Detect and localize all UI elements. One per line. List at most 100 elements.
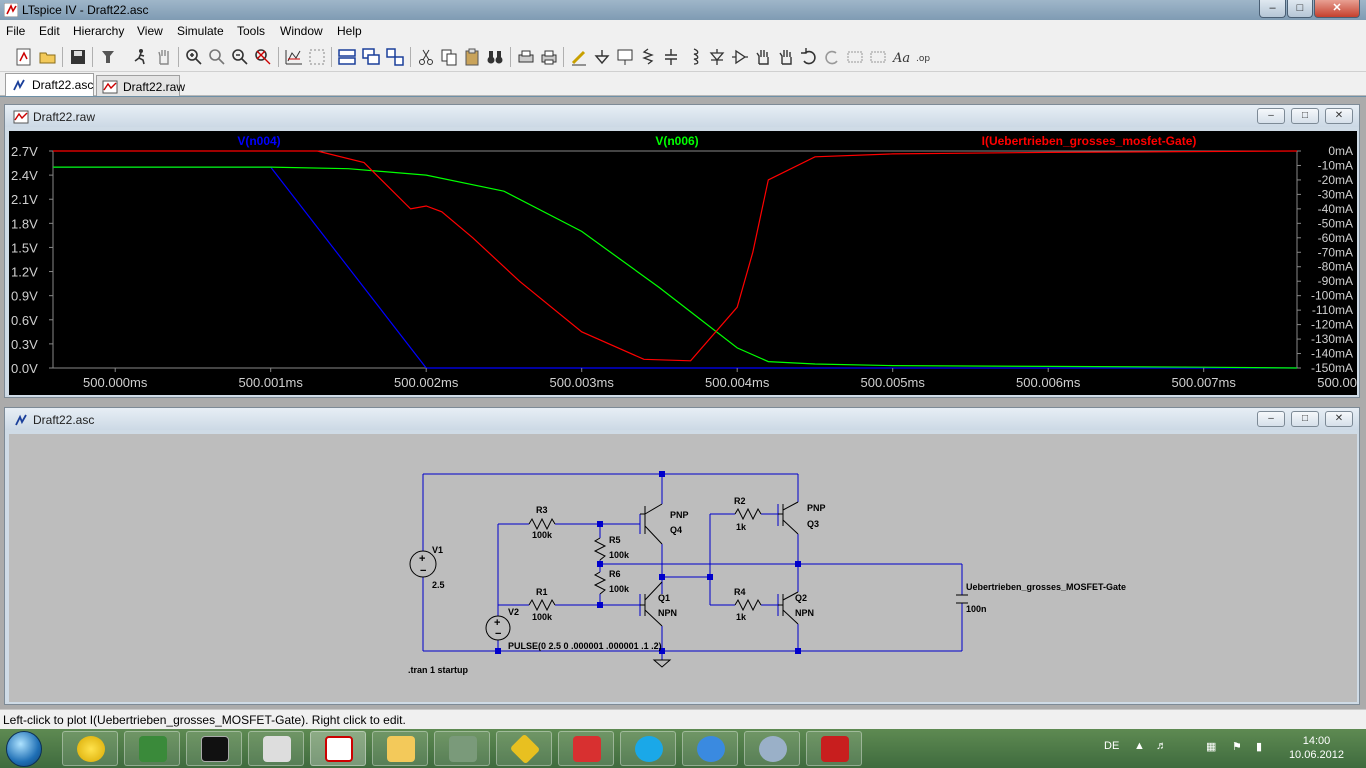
r5-value[interactable]: 100k [609, 550, 630, 560]
r6-value[interactable]: 100k [609, 584, 630, 594]
r5-label[interactable]: R5 [609, 535, 621, 545]
tab-draft22-raw[interactable]: Draft22.raw [96, 75, 185, 96]
menu-help[interactable]: Help [337, 24, 362, 38]
taskbar-file-explorer[interactable] [372, 731, 428, 766]
copy-icon[interactable] [439, 47, 459, 67]
language-indicator[interactable]: DE [1104, 740, 1119, 752]
taskbar-skype[interactable] [620, 731, 676, 766]
capacitor-icon[interactable] [661, 47, 681, 67]
battery-icon[interactable]: ▮ [1256, 740, 1262, 753]
v1-label[interactable]: V1 [432, 545, 443, 555]
waveform-window-header[interactable]: Draft22.raw – □ ✕ [5, 105, 1359, 127]
q1-label[interactable]: Q1 [658, 593, 670, 603]
trace-label-0[interactable]: V(n004) [237, 134, 280, 148]
q1-type[interactable]: NPN [658, 608, 677, 618]
plot-close-button[interactable]: ✕ [1325, 108, 1353, 124]
network-icon[interactable]: ▦ [1206, 740, 1216, 753]
q3-label[interactable]: Q3 [807, 519, 819, 529]
label-net-icon[interactable] [615, 47, 635, 67]
taskbar-media[interactable] [744, 731, 800, 766]
menu-view[interactable]: View [137, 24, 163, 38]
undo-icon[interactable] [799, 47, 819, 67]
find-binoculars-icon[interactable] [485, 47, 505, 67]
drag-hand-icon[interactable] [776, 47, 796, 67]
schematic-maximize-button[interactable]: □ [1291, 411, 1319, 427]
close-button[interactable]: ✕ [1314, 0, 1360, 18]
open-folder-icon[interactable] [38, 47, 58, 67]
system-clock[interactable]: 14:00 10.06.2012 [1289, 734, 1344, 762]
print-setup-icon[interactable] [516, 47, 536, 67]
ltspice-app-icon[interactable] [4, 3, 18, 17]
q4-label[interactable]: Q4 [670, 525, 682, 535]
tile-vertical-icon[interactable] [385, 47, 405, 67]
text-icon[interactable]: Aa [891, 47, 911, 67]
taskbar-avr-studio[interactable] [124, 731, 180, 766]
q2-label[interactable]: Q2 [795, 593, 807, 603]
r4-value[interactable]: 1k [736, 612, 747, 622]
pan-icon[interactable] [207, 47, 227, 67]
component-icon[interactable] [730, 47, 750, 67]
r2-value[interactable]: 1k [736, 522, 747, 532]
diode-icon[interactable] [707, 47, 727, 67]
taskbar-acrobat[interactable] [806, 731, 862, 766]
flag-icon[interactable]: ⚑ [1232, 740, 1242, 753]
zoom-out-icon[interactable] [230, 47, 250, 67]
menu-tools[interactable]: Tools [237, 24, 265, 38]
spice-directive-icon[interactable]: .op [914, 47, 934, 67]
paste-icon[interactable] [462, 47, 482, 67]
autorange-icon[interactable] [284, 47, 304, 67]
volume-icon[interactable]: ♬ [1156, 740, 1167, 752]
r4-label[interactable]: R4 [734, 587, 746, 597]
schematic-minimize-button[interactable]: – [1257, 411, 1285, 427]
taskbar-device-manager[interactable] [434, 731, 490, 766]
start-button[interactable] [6, 731, 42, 767]
cursor-icon[interactable] [307, 47, 327, 67]
schematic-close-button[interactable]: ✕ [1325, 411, 1353, 427]
r3-value[interactable]: 100k [532, 530, 553, 540]
trace-label-2[interactable]: I(Uebertrieben_grosses_mosfet-Gate) [982, 134, 1197, 148]
menu-simulate[interactable]: Simulate [177, 24, 224, 38]
tab-draft22-asc[interactable]: Draft22.asc [5, 73, 94, 96]
rotate-icon[interactable] [845, 47, 865, 67]
inductor-icon[interactable] [684, 47, 704, 67]
r6-label[interactable]: R6 [609, 569, 621, 579]
schematic-window-header[interactable]: Draft22.asc – □ ✕ [5, 408, 1359, 430]
menu-edit[interactable]: Edit [39, 24, 60, 38]
ground-icon[interactable] [592, 47, 612, 67]
move-hand-icon[interactable] [753, 47, 773, 67]
tran-directive[interactable]: .tran 1 startup [408, 665, 469, 675]
r1-label[interactable]: R1 [536, 587, 548, 597]
q3-type[interactable]: PNP [807, 503, 826, 513]
cascade-icon[interactable] [361, 47, 381, 67]
print-icon[interactable] [539, 47, 559, 67]
schematic-canvas[interactable]: + − + − R3 100k R5 100k R6 100k R1 100k … [9, 434, 1357, 702]
tray-expand-icon[interactable]: ▲ [1134, 740, 1145, 752]
draw-wire-icon[interactable] [569, 47, 589, 67]
trace-0[interactable] [53, 166, 1297, 369]
taskbar-hxd[interactable] [248, 731, 304, 766]
save-icon[interactable] [68, 47, 88, 67]
capacitor-value[interactable]: 100n [966, 604, 987, 614]
zoom-in-icon[interactable] [184, 47, 204, 67]
capacitor-label[interactable]: Uebertrieben_grosses_MOSFET-Gate [966, 582, 1126, 592]
v2-label[interactable]: V2 [508, 607, 519, 617]
taskbar-internet-explorer[interactable] [682, 731, 738, 766]
resistor-icon[interactable] [638, 47, 658, 67]
redo-icon[interactable] [822, 47, 842, 67]
tile-horizontal-icon[interactable] [337, 47, 357, 67]
r3-label[interactable]: R3 [536, 505, 548, 515]
taskbar-lemon[interactable] [62, 731, 118, 766]
waveform-plot[interactable]: 2.7V 2.4V 2.1V 1.8V 1.5V 1.2V 0.9V 0.6V 0.3V 0.0V… [9, 131, 1357, 395]
r2-label[interactable]: R2 [734, 496, 746, 506]
plot-minimize-button[interactable]: – [1257, 108, 1285, 124]
taskbar-command-prompt[interactable] [186, 731, 242, 766]
menu-window[interactable]: Window [280, 24, 323, 38]
control-panel-icon[interactable] [98, 47, 118, 67]
maximize-button[interactable]: □ [1287, 0, 1313, 18]
taskbar-game[interactable] [496, 731, 552, 766]
zoom-fit-icon[interactable] [253, 47, 273, 67]
halt-hand-icon[interactable] [154, 47, 174, 67]
plot-maximize-button[interactable]: □ [1291, 108, 1319, 124]
v2-value[interactable]: PULSE(0 2.5 0 .000001 .000001 .1 .2) [508, 641, 662, 651]
minimize-button[interactable]: – [1259, 0, 1286, 18]
